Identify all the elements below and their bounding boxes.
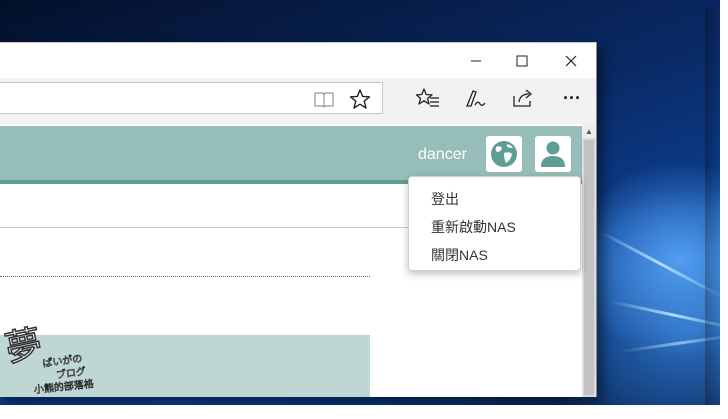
screenshot-frame: ··· dancer ▲ 登出 重新啟動NAS 關閉NAS 夢 ぱいがの ブログ… [0,0,728,419]
close-icon [565,55,577,67]
web-note-button[interactable] [457,82,493,114]
user-dropdown-menu: 登出 重新啟動NAS 關閉NAS [408,176,581,271]
maximize-button[interactable] [498,43,546,79]
web-note-icon [466,90,486,107]
svg-text:夢: 夢 [4,323,46,371]
globe-icon [491,141,517,167]
browser-toolbar: ··· [0,78,596,124]
address-bar[interactable] [0,82,383,114]
favorite-button[interactable] [342,83,378,115]
blog-watermark: 夢 ぱいがの ブログ 小熊的部落格 [1,318,114,398]
close-button[interactable] [547,43,595,79]
frame-shadow [705,8,720,405]
globe-button[interactable] [486,136,522,172]
more-icon: ··· [563,87,581,108]
minimize-button[interactable] [452,43,500,79]
reading-view-icon [314,92,334,108]
user-icon [541,141,565,167]
user-menu-button[interactable] [535,136,571,172]
minimize-icon [471,60,481,62]
maximize-icon [516,55,528,67]
more-button[interactable]: ··· [554,82,590,114]
nas-header-bar: dancer [0,126,582,180]
vertical-scrollbar[interactable]: ▲ [582,124,596,397]
dotted-separator [0,276,370,277]
watermark-logo: 夢 ぱいがの ブログ 小熊的部落格 [1,322,95,396]
title-bar[interactable] [0,42,596,78]
menu-item-shutdown-nas[interactable]: 關閉NAS [409,241,580,269]
frame-border-bottom [0,405,728,419]
favorites-hub-button[interactable] [410,82,446,114]
share-icon [513,89,533,107]
share-button[interactable] [505,82,541,114]
scroll-up-arrow[interactable]: ▲ [582,124,596,138]
frame-border-right [720,0,728,419]
scrollbar-thumb[interactable] [584,140,594,395]
reading-view-button[interactable] [306,83,342,115]
menu-item-restart-nas[interactable]: 重新啟動NAS [409,213,580,241]
username-label: dancer [418,146,467,163]
favorites-hub-icon [416,88,439,107]
menu-item-logout[interactable]: 登出 [409,185,580,213]
favorite-star-icon [349,89,371,109]
